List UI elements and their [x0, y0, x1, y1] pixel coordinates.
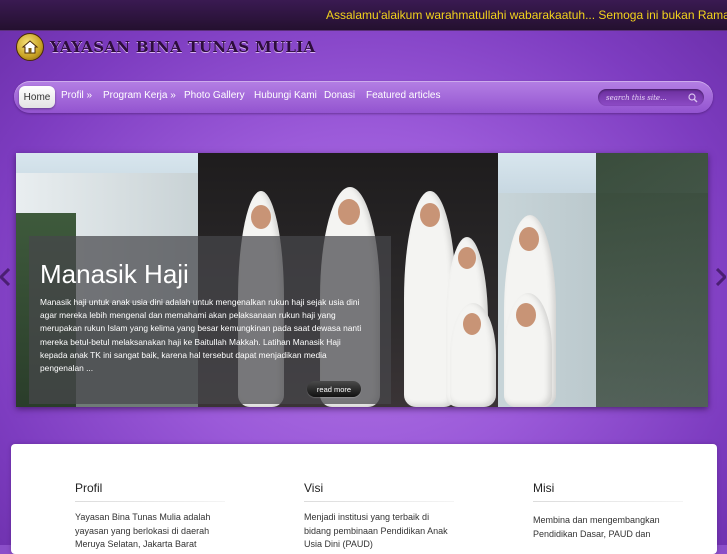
info-columns: Profil Yayasan Bina Tunas Mulia adalah y…: [11, 444, 717, 554]
slide-title: Manasik Haji: [40, 259, 189, 289]
photo-palm: [596, 153, 708, 407]
photo-face: [519, 227, 539, 251]
house-logo-icon: [16, 33, 44, 61]
search-box: [598, 89, 704, 106]
column-divider: [533, 501, 683, 502]
column-title: Profil: [75, 481, 103, 495]
photo-face: [338, 199, 360, 225]
slider-next-arrow-icon[interactable]: [716, 268, 726, 286]
column-title: Misi: [533, 481, 555, 495]
photo-face: [420, 203, 440, 227]
column-text: Membina dan mengembangkan Pendidikan Das…: [533, 515, 660, 539]
photo-face: [251, 205, 271, 229]
nav-item-photo-gallery[interactable]: Photo Gallery: [184, 90, 245, 101]
nav-item-profil[interactable]: Profil »: [61, 90, 92, 101]
nav-item-hubungi-kami[interactable]: Hubungi Kami: [254, 90, 317, 101]
main-navigation: Home Profil » Program Kerja » Photo Gall…: [14, 81, 713, 113]
photo-face: [516, 303, 536, 327]
column-divider: [75, 501, 225, 502]
column-text: Yayasan Bina Tunas Mulia adalah yayasan …: [75, 512, 211, 549]
search-icon[interactable]: [688, 93, 698, 103]
column-title: Visi: [304, 481, 324, 495]
slider-prev-arrow-icon[interactable]: [0, 268, 10, 286]
column-text: Menjadi institusi yang terbaik di bidang…: [304, 512, 448, 549]
slide-caption: Manasik Haji Manasik haji untuk anak usi…: [29, 236, 391, 404]
search-input[interactable]: [606, 91, 686, 104]
marquee-bar: Assalamu'alaikum warahmatullahi wabaraka…: [0, 0, 727, 31]
read-more-button[interactable]: read more: [307, 381, 361, 397]
site-title: YAYASAN BINA TUNAS MULIA: [50, 38, 316, 56]
photo-face: [463, 313, 481, 335]
nav-item-donasi[interactable]: Donasi: [324, 90, 355, 101]
nav-item-home[interactable]: Home: [19, 86, 55, 108]
nav-item-featured-articles[interactable]: Featured articles: [366, 90, 440, 101]
nav-item-program-kerja[interactable]: Program Kerja »: [103, 90, 176, 101]
column-divider: [304, 501, 454, 502]
featured-slider: Manasik Haji Manasik haji untuk anak usi…: [16, 153, 708, 407]
site-logo[interactable]: YAYASAN BINA TUNAS MULIA: [16, 33, 315, 61]
slide-description: Manasik haji untuk anak usia dini adalah…: [40, 297, 362, 374]
marquee-text: Assalamu'alaikum warahmatullahi wabaraka…: [326, 8, 727, 22]
photo-face: [458, 247, 476, 269]
